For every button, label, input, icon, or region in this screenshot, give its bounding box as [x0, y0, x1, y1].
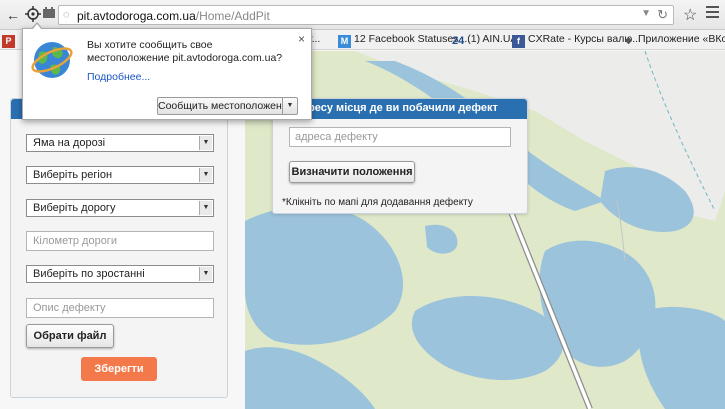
geolocation-popup: Вы хотите сообщить свое местоположение p… — [22, 22, 312, 120]
bookmark-p-icon: P — [2, 35, 15, 48]
address-input[interactable]: адреса дефекту — [289, 127, 511, 147]
bookmark-folder-icon: ❖ — [624, 36, 633, 46]
bookmark-item[interactable]: 24 (1) AIN.UA — [452, 33, 517, 48]
description-placeholder: Опис дефекту — [33, 302, 106, 314]
address-bar[interactable]: ◌ pit.avtodoroga.com.ua/Home/AddPit ▼ ↻ — [58, 5, 674, 25]
bookmark-label: (1) AIN.UA — [467, 33, 518, 45]
globe-icon — [31, 42, 73, 78]
close-icon[interactable]: × — [298, 32, 305, 46]
bookmark-item[interactable]: M 12 Facebook Statuses ... — [338, 33, 470, 48]
reload-icon[interactable]: ↻ — [657, 7, 668, 23]
description-input[interactable]: Опис дефекту — [26, 298, 214, 318]
chevron-down-icon: ▼ — [199, 201, 212, 215]
km-input[interactable]: Кілометр дороги — [26, 231, 214, 251]
browser-toolbar: ← ◌ pit.avtodoroga.com.ua/Home/AddPit ▼ … — [0, 0, 725, 30]
map-click-hint: *Клікніть по мапі для додавання дефекту — [282, 197, 473, 208]
defect-type-value: Яма на дорозі — [33, 137, 106, 149]
bookmark-star-icon[interactable]: ☆ — [683, 5, 697, 25]
locate-button[interactable]: Визначити положення — [289, 161, 415, 183]
defect-type-select[interactable]: Яма на дорозі ▼ — [26, 134, 214, 152]
bookmark-m-icon: M — [338, 35, 351, 48]
geo-message: Вы хотите сообщить свое местоположение p… — [87, 39, 283, 64]
back-arrow-icon[interactable]: ← — [4, 6, 22, 24]
address-placeholder: адреса дефекту — [295, 131, 378, 143]
bookmark-label: Приложение «ВКонта — [638, 33, 725, 45]
chevron-down-icon: ▼ — [199, 267, 212, 281]
choose-file-button[interactable]: Обрати файл — [26, 324, 114, 348]
bookmark-item[interactable]: P — [2, 33, 18, 48]
url-host: pit.avtodoroga.com.ua — [77, 9, 196, 23]
menu-icon[interactable] — [706, 6, 719, 21]
region-value: Виберіть регіон — [33, 169, 113, 181]
learn-more-link[interactable]: Подробнее... — [87, 71, 150, 83]
bookmark-24-icon: 24 — [452, 35, 465, 47]
road-value: Виберіть дорогу — [33, 202, 116, 214]
defect-form-panel: Яма на дорозі ▼ Виберіть регіон ▼ Виберіть… — [10, 98, 228, 398]
popup-caret-inner — [32, 24, 42, 30]
url-dropdown-icon[interactable]: ▼ — [641, 8, 651, 19]
page-icon: ◌ — [63, 9, 70, 21]
bookmark-facebook-icon: f — [512, 35, 525, 48]
url-text: pit.avtodoroga.com.ua/Home/AddPit — [77, 9, 270, 23]
url-path: /Home/AddPit — [195, 9, 270, 23]
direction-value: Виберіть по зростанні — [33, 268, 145, 280]
road-select[interactable]: Виберіть дорогу ▼ — [26, 199, 214, 217]
share-options-dropdown[interactable]: ▼ — [282, 97, 298, 115]
region-select[interactable]: Виберіть регіон ▼ — [26, 166, 214, 184]
chevron-down-icon: ▼ — [199, 136, 212, 150]
chevron-down-icon: ▼ — [286, 102, 294, 109]
km-placeholder: Кілометр дороги — [33, 235, 117, 247]
chevron-down-icon: ▼ — [199, 168, 212, 182]
save-button[interactable]: Зберегти — [81, 357, 157, 381]
share-location-button[interactable]: Сообщить местоположение — [157, 97, 293, 115]
direction-select[interactable]: Виберіть по зростанні ▼ — [26, 265, 214, 283]
bookmark-item[interactable]: ❖ Приложение «ВКонта — [622, 33, 725, 48]
